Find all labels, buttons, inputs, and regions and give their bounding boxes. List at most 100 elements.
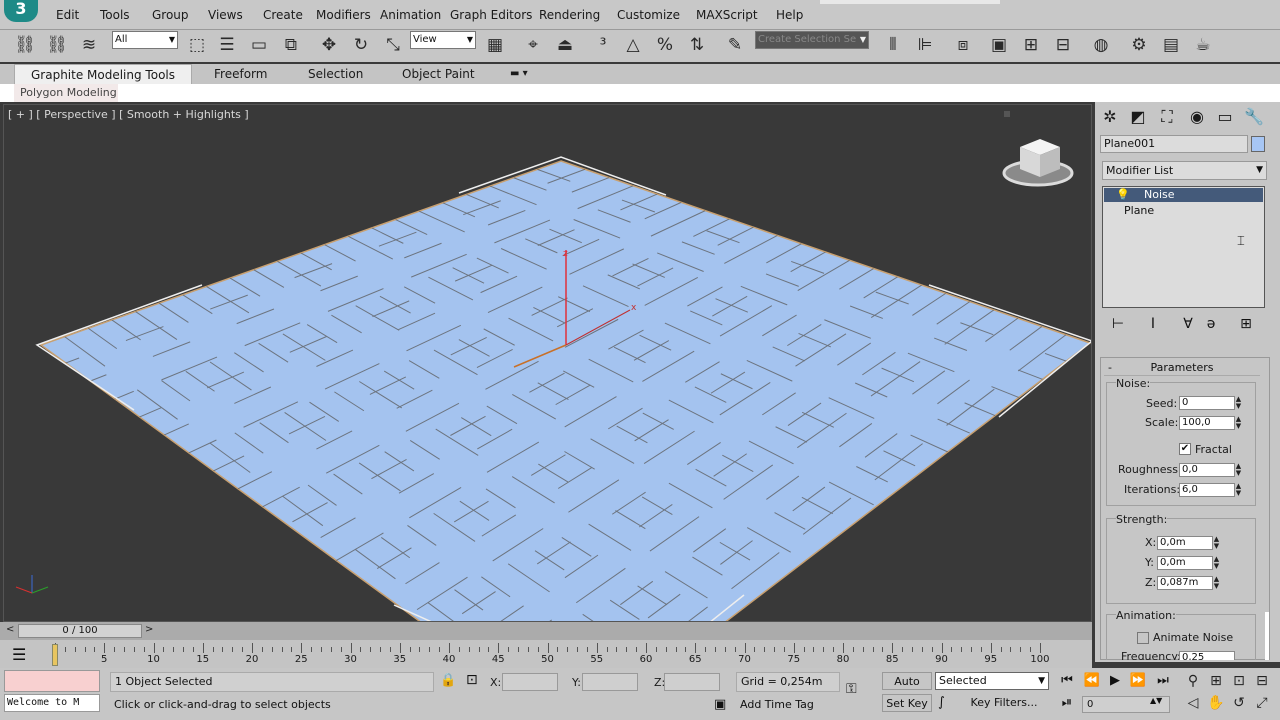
previous-frame-icon[interactable]: ⏪	[1081, 671, 1103, 691]
utilities-panel-icon[interactable]: 🔧	[1242, 106, 1266, 128]
select-manipulate-icon[interactable]: ⌖	[520, 32, 546, 58]
schematic-view-icon[interactable]: ⊟	[1050, 32, 1076, 58]
coord-x-field[interactable]	[502, 673, 558, 691]
default-in-out-key-icon[interactable]: ⚿	[846, 681, 857, 697]
pivot-center-icon[interactable]: ▦	[482, 32, 508, 58]
keyboard-shortcut-icon[interactable]: ⏏	[552, 32, 578, 58]
add-time-tag[interactable]: Add Time Tag	[736, 696, 840, 714]
menu-group[interactable]: Group	[152, 8, 189, 22]
frame-spinner[interactable]: ▲▼	[1150, 696, 1162, 705]
ribbon-options-icon[interactable]: ▬ ▾	[510, 64, 528, 84]
viewport-maximize-toggle[interactable]	[1004, 111, 1010, 117]
configure-modifier-sets-icon[interactable]: ⊞	[1236, 316, 1256, 332]
time-slider-next[interactable]: >	[145, 624, 153, 635]
bind-space-warp-icon[interactable]: ≋	[76, 32, 102, 58]
zoom-all-icon[interactable]: ⊞	[1205, 670, 1227, 692]
seed-spinner[interactable]: ▲ ▼	[1234, 396, 1243, 410]
menu-help[interactable]: Help	[776, 8, 803, 22]
named-selection-sets-dropdown[interactable]: Create Selection Se ▼	[755, 31, 869, 49]
layer-manager-icon[interactable]: ⧈	[950, 32, 976, 58]
tab-freeform[interactable]: Freeform	[214, 64, 267, 84]
zoom-extents-icon[interactable]: ⊡	[1228, 670, 1250, 692]
align-icon[interactable]: ⊫	[912, 32, 938, 58]
pin-stack-icon[interactable]: ⊢	[1108, 316, 1128, 332]
viewport-label[interactable]: [ + ] [ Perspective ] [ Smooth + Highlig…	[8, 108, 249, 121]
edit-named-selection-icon[interactable]: ✎	[722, 32, 748, 58]
strength-z-spinner[interactable]: ▲ ▼	[1212, 576, 1221, 590]
time-tag-icon[interactable]: ▣	[714, 697, 726, 712]
rendered-frame-window-icon[interactable]: ▤	[1158, 32, 1184, 58]
move-icon[interactable]: ✥	[316, 32, 342, 58]
animate-noise-checkbox[interactable]	[1137, 632, 1149, 644]
menu-tools[interactable]: Tools	[100, 8, 130, 22]
tab-selection[interactable]: Selection	[308, 64, 363, 84]
fractal-checkbox[interactable]: ✔	[1179, 443, 1191, 455]
select-and-link-icon[interactable]: ⛓	[12, 32, 38, 58]
selection-lock-icon[interactable]: 🔒	[440, 673, 456, 688]
strength-x-spinner[interactable]: ▲ ▼	[1212, 536, 1221, 550]
iterations-spinner[interactable]: ▲ ▼	[1234, 483, 1243, 497]
time-slider-prev[interactable]: <	[6, 624, 14, 635]
coord-z-field[interactable]	[664, 673, 720, 691]
menu-modifiers[interactable]: Modifiers	[316, 8, 371, 22]
angle-snap-icon[interactable]: △	[620, 32, 646, 58]
unlink-icon[interactable]: ⛓	[44, 32, 70, 58]
menu-maxscript[interactable]: MAXScript	[696, 8, 758, 22]
zoom-extents-all-icon[interactable]: ⊟	[1251, 670, 1273, 692]
next-frame-icon[interactable]: ⏩	[1127, 671, 1149, 691]
render-setup-icon[interactable]: ⚙	[1126, 32, 1152, 58]
maximize-viewport-icon[interactable]: ⤢	[1251, 692, 1273, 714]
panel-scrollbar[interactable]	[1265, 612, 1269, 660]
create-panel-icon[interactable]: ✲	[1098, 106, 1122, 128]
frequency-field[interactable]: 0,25	[1179, 651, 1235, 660]
strength-y-field[interactable]: 0,0m	[1157, 556, 1213, 570]
pan-view-icon[interactable]: ✋	[1205, 692, 1227, 714]
mirror-icon[interactable]: ⫴	[880, 32, 906, 58]
object-color-swatch[interactable]	[1251, 136, 1265, 152]
seed-field[interactable]: 0	[1179, 396, 1235, 410]
polygon-modeling-panel[interactable]: Polygon Modeling	[14, 84, 118, 102]
play-icon[interactable]: ▶	[1104, 671, 1126, 691]
perspective-viewport[interactable]: z x	[3, 104, 1092, 622]
select-by-name-icon[interactable]: ☰	[214, 32, 240, 58]
window-crossing-icon[interactable]: ⧉	[278, 32, 304, 58]
scale-spinner[interactable]: ▲ ▼	[1234, 416, 1243, 430]
iterations-field[interactable]: 6,0	[1179, 483, 1235, 497]
curve-editor-icon[interactable]: ⊞	[1018, 32, 1044, 58]
selection-filter-dropdown[interactable]: All ▼	[112, 31, 178, 49]
menu-create[interactable]: Create	[263, 8, 303, 22]
orbit-icon[interactable]: ↺	[1228, 692, 1250, 714]
noise-plane-mesh[interactable]	[39, 160, 1091, 622]
show-end-result-icon[interactable]: Ι	[1143, 316, 1163, 332]
display-panel-icon[interactable]: ▭	[1213, 106, 1237, 128]
coord-y-field[interactable]	[582, 673, 638, 691]
set-key-button[interactable]: Set Key	[882, 694, 932, 712]
menu-customize[interactable]: Customize	[617, 8, 680, 22]
material-editor-icon[interactable]: ◍	[1088, 32, 1114, 58]
make-unique-icon[interactable]: ∀	[1178, 316, 1198, 332]
app-logo[interactable]: 3	[4, 0, 38, 22]
render-production-icon[interactable]: ☕	[1190, 32, 1216, 58]
menu-edit[interactable]: Edit	[56, 8, 79, 22]
rotate-icon[interactable]: ↻	[348, 32, 374, 58]
parameters-rollout-title[interactable]: - Parameters	[1104, 360, 1260, 376]
menu-animation[interactable]: Animation	[380, 8, 441, 22]
key-filters-button[interactable]: Key Filters...	[966, 694, 1042, 712]
strength-x-field[interactable]: 0,0m	[1157, 536, 1213, 550]
reference-coordinate-dropdown[interactable]: View ▼	[410, 31, 476, 49]
modifier-list-dropdown[interactable]: Modifier List ▼	[1102, 161, 1267, 180]
menu-graph-editors[interactable]: Graph Editors	[450, 8, 532, 22]
strength-z-field[interactable]: 0,087m	[1157, 576, 1213, 590]
snaps-toggle-icon[interactable]: ³	[590, 32, 616, 58]
menu-rendering[interactable]: Rendering	[539, 8, 600, 22]
tab-graphite-modeling-tools[interactable]: Graphite Modeling Tools	[14, 64, 192, 84]
current-frame-marker[interactable]	[52, 644, 58, 666]
motion-panel-icon[interactable]: ◉	[1185, 106, 1209, 128]
stack-item-plane[interactable]: Plane	[1124, 204, 1154, 217]
rectangular-selection-icon[interactable]: ▭	[246, 32, 272, 58]
menu-views[interactable]: Views	[208, 8, 243, 22]
maxscript-listener-mini[interactable]	[4, 670, 100, 692]
go-to-end-icon[interactable]: ⏭	[1152, 671, 1174, 691]
select-object-icon[interactable]: ⬚	[184, 32, 210, 58]
tab-object-paint[interactable]: Object Paint	[402, 64, 475, 84]
